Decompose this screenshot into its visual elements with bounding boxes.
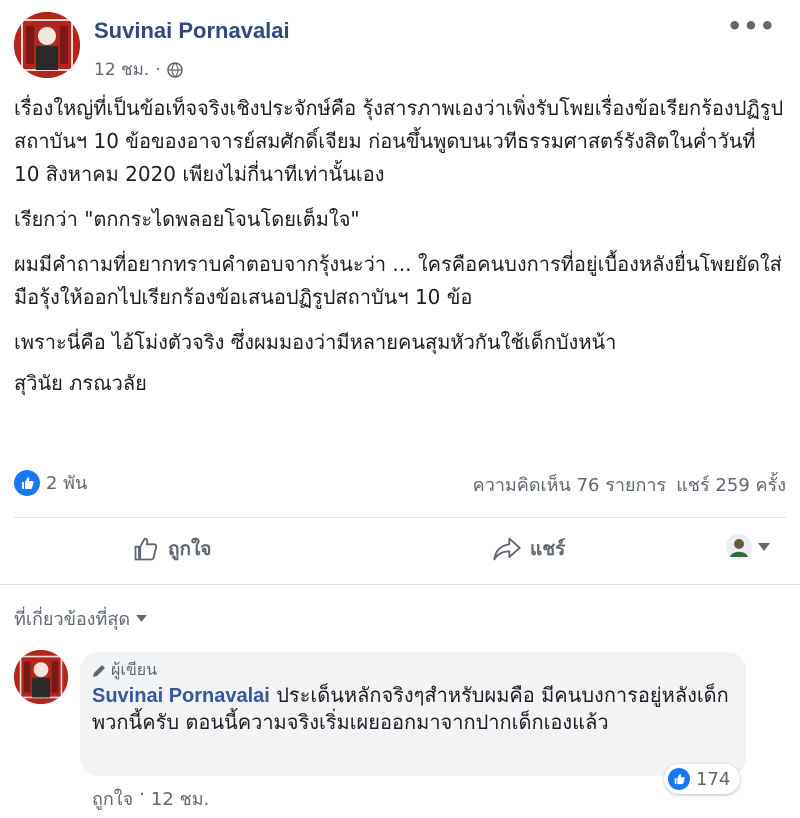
share-label: แชร์	[530, 538, 566, 560]
thumbs-up-icon	[134, 537, 158, 561]
post-paragraph: ผมมีคำถามที่อยากทราบคำตอบจากรุ้งนะว่า ..…	[14, 252, 782, 309]
commenter-avatar[interactable]	[14, 650, 68, 704]
post-as-selector[interactable]	[726, 534, 770, 560]
likes-count: 2 พัน	[46, 473, 88, 494]
post-body: เรื่องใหญ่ที่เป็นข้อเท็จจริงเชิงประจักษ์…	[14, 92, 786, 412]
divider	[0, 584, 800, 585]
post-actions: ถูกใจ แชร์	[14, 526, 786, 582]
comment-bubble: ผู้เขียน Suvinai Pornavalai ประเด็นหลักจ…	[80, 652, 746, 776]
post-meta: 12 ชม. ·	[94, 56, 183, 83]
post-signature: สุวินัย ภรณวลัย	[14, 371, 147, 395]
comment-time[interactable]: 12 ชม.	[151, 784, 209, 813]
profile-avatar-icon	[726, 534, 752, 560]
reaction-summary[interactable]: 2 พัน	[14, 468, 87, 497]
comment-like-link[interactable]: ถูกใจ	[92, 784, 133, 813]
comment-action-separator: ·	[139, 784, 145, 805]
meta-separator: ·	[155, 59, 161, 80]
comment-filter-dropdown[interactable]: ที่เกี่ยวข้องที่สุด	[14, 604, 147, 633]
comment-author-name[interactable]: Suvinai Pornavalai	[92, 685, 270, 707]
post-header: Suvinai Pornavalai 12 ชม. · •••	[14, 12, 786, 82]
post-stats: 2 พัน ความคิดเห็น 76 รายการ แชร์ 259 ครั…	[14, 462, 786, 502]
globe-icon[interactable]	[166, 61, 183, 78]
post-paragraph: เพราะนี่คือ ไอ้โม่งตัวจริง ซึ่งผมมองว่าม…	[14, 330, 617, 354]
engagement-counts: ความคิดเห็น 76 รายการ แชร์ 259 ครั้ง	[473, 470, 786, 499]
comment-actions: ถูกใจ · 12 ชม.	[92, 784, 209, 813]
post-time[interactable]: 12 ชม.	[94, 56, 149, 83]
comment-filter-label: ที่เกี่ยวข้องที่สุด	[14, 609, 131, 630]
share-arrow-icon	[493, 537, 521, 561]
like-label: ถูกใจ	[168, 538, 212, 560]
post-paragraph: เรียกว่า "ตกกระไดพลอยโจนโดยเต็มใจ"	[14, 207, 360, 231]
comments-count[interactable]: ความคิดเห็น 76 รายการ	[473, 470, 667, 499]
like-reaction-icon	[668, 768, 690, 790]
comment-reaction-count: 174	[696, 768, 731, 790]
comment-reactions[interactable]: 174	[664, 764, 741, 794]
author-name[interactable]: Suvinai Pornavalai	[94, 18, 290, 44]
author-badge-label: ผู้เขียน	[111, 660, 158, 679]
divider	[14, 517, 786, 518]
like-reaction-icon	[14, 469, 40, 496]
share-button[interactable]: แชร์	[492, 534, 565, 564]
more-options-icon[interactable]: •••	[727, 12, 776, 40]
shares-count[interactable]: แชร์ 259 ครั้ง	[676, 470, 786, 499]
author-avatar[interactable]	[14, 12, 80, 78]
caret-down-icon	[136, 615, 147, 622]
pencil-icon	[93, 664, 105, 677]
comment-text: Suvinai Pornavalai ประเด็นหลักจริงๆสำหรั…	[92, 682, 732, 735]
like-button[interactable]: ถูกใจ	[132, 534, 211, 564]
caret-down-icon	[758, 543, 770, 551]
post-paragraph: เรื่องใหญ่ที่เป็นข้อเท็จจริงเชิงประจักษ์…	[14, 96, 784, 186]
author-badge: ผู้เขียน	[92, 658, 157, 683]
